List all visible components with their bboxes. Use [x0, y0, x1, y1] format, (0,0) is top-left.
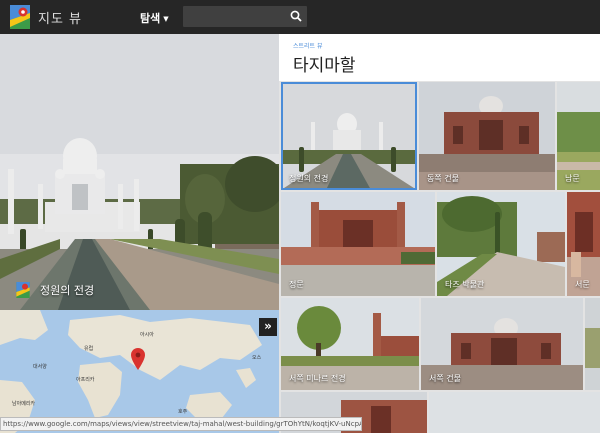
map-land [0, 310, 262, 433]
brand-title: 지도 뷰 [38, 11, 83, 27]
tile-label: 동쪽 건물 [427, 174, 459, 183]
tile-west-building[interactable]: 서쪽 건물 [421, 298, 583, 390]
results-panel: 스트리트 뷰 타지마할 정원의 전경 동쪽 건물 남문 정문 타즈 박물관 서문… [279, 34, 600, 433]
map-label: 호주 [178, 409, 188, 415]
tile-label: 남문 [565, 174, 580, 183]
map-label: 아시아 [140, 332, 154, 338]
tile-label: 서문 [575, 280, 590, 289]
tile-row4-b[interactable] [429, 392, 600, 433]
explore-label: 탐색 [140, 12, 161, 25]
tile-west-gate[interactable]: 서문 [567, 192, 600, 296]
panel-kicker[interactable]: 스트리트 뷰 [293, 41, 323, 50]
hero-caption-text: 정원의 전경 [40, 284, 95, 297]
panel-header: 스트리트 뷰 타지마할 [279, 34, 600, 81]
caret-down-icon: ▼ [163, 15, 169, 23]
map-label: 남아메리카 [12, 401, 36, 407]
maps-logo-icon [16, 282, 30, 298]
tile-west-minaret-view[interactable]: 서쪽 미나르 전경 [281, 298, 419, 390]
app-root: 지도 뷰 탐색 ▼ 정원의 전경 아시아 유럽 아프리카 대서양 남아메리카 오… [0, 0, 600, 433]
tile-south-gate[interactable]: 남문 [557, 82, 600, 190]
tile-label: 서쪽 건물 [429, 374, 461, 383]
brand[interactable]: 지도 뷰 [10, 5, 82, 29]
map-label: 오스 [252, 355, 262, 361]
hero-streetview-image[interactable]: 정원의 전경 [0, 34, 279, 310]
tile-garden-view[interactable]: 정원의 전경 [281, 82, 417, 190]
tile-label: 서쪽 미나르 전경 [289, 374, 346, 383]
tile-label: 정원의 전경 [289, 174, 329, 183]
maps-logo-icon [10, 5, 30, 29]
hero-scene [0, 34, 279, 310]
tile-label: 정문 [289, 280, 304, 289]
tile-image [429, 392, 600, 433]
hero-caption: 정원의 전경 [16, 282, 94, 298]
tile-image [585, 298, 600, 390]
tile-label: 타즈 박물관 [445, 280, 485, 289]
page-title: 타지마할 [293, 56, 356, 76]
top-bar: 지도 뷰 탐색 ▼ [0, 0, 600, 34]
map-label: 유럽 [84, 346, 94, 352]
tile-main-gate[interactable]: 정문 [281, 192, 435, 296]
expand-map-button[interactable]: » [259, 318, 277, 336]
location-marker-icon[interactable] [131, 348, 145, 370]
tile-east-building[interactable]: 동쪽 건물 [419, 82, 555, 190]
map-label: 대서양 [33, 364, 47, 370]
explore-menu[interactable]: 탐색 ▼ [140, 10, 169, 26]
world-map[interactable]: 아시아 유럽 아프리카 대서양 남아메리카 오스 호주 » [0, 310, 279, 433]
status-url-bar: https://www.google.com/maps/views/view/s… [0, 417, 362, 431]
tile-taj-museum[interactable]: 타즈 박물관 [437, 192, 565, 296]
search-icon[interactable] [290, 10, 302, 22]
search-box[interactable] [183, 6, 307, 27]
map-label: 아프리카 [76, 377, 95, 383]
tile-image [281, 192, 435, 296]
tile-partial[interactable] [585, 298, 600, 390]
